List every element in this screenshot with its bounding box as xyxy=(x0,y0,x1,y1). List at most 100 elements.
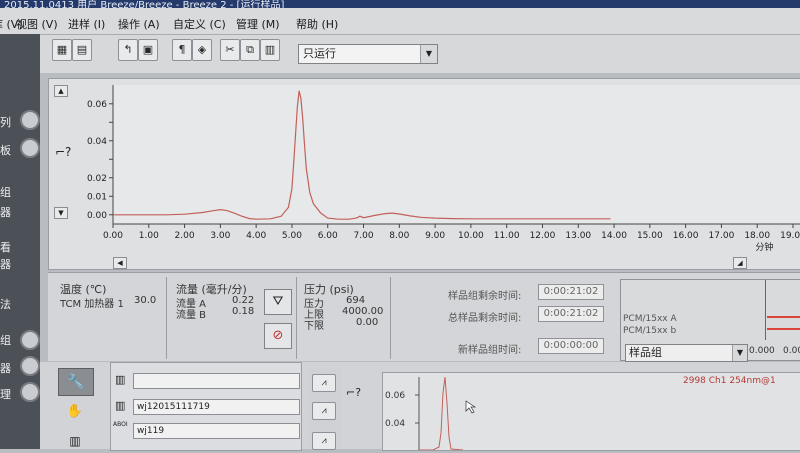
sidebar-label: 列 xyxy=(0,116,11,129)
menu-manage[interactable]: 管理 (M) xyxy=(236,16,280,32)
x-tick-label: 10.00 xyxy=(458,231,484,241)
sample-set-remaining-field: 0:00:21:02 xyxy=(538,284,604,300)
open-icon[interactable]: ▤ xyxy=(72,39,92,61)
flow-a-value: 0.22 xyxy=(232,295,255,306)
menu-bar: 数据库 (V) 视图 (V) 进样 (I) 操作 (A) 自定义 (C) 管理 … xyxy=(0,8,800,35)
upper-limit-value: 4000.00 xyxy=(342,306,384,317)
sidebar-label: 看 xyxy=(0,241,11,254)
x-tick-label: 14.00 xyxy=(601,231,627,241)
menu-view[interactable]: 视图 (V) xyxy=(16,16,58,32)
sample-id-field[interactable]: wj119 xyxy=(133,423,300,439)
heater-value: 30.0 xyxy=(134,295,157,306)
sample-name-field-empty[interactable] xyxy=(133,373,300,389)
sidebar-label: 器 xyxy=(0,258,11,271)
sidebar-toggle-4[interactable] xyxy=(20,356,40,376)
sample-queue-area: 🔧 ✋ ▥ ▥ ▥ wj12015111719 ABOI wj119 ⩘ ⩘ ⩘… xyxy=(40,362,800,451)
sidebar-label: 器 xyxy=(0,362,11,375)
divider xyxy=(166,277,167,359)
pressure-value: 694 xyxy=(346,295,366,306)
x-tick-label: 18.00 xyxy=(744,231,770,241)
total-remaining-field: 0:00:21:02 xyxy=(538,306,604,322)
x-tick-label: 15.00 xyxy=(637,231,663,241)
x-tick-label: 19.00 xyxy=(780,231,800,241)
mini-trace-b xyxy=(767,328,800,330)
plot-area xyxy=(113,85,800,224)
sidebar-toggle-5[interactable] xyxy=(20,382,40,402)
heater-label: TCM 加热器 1 xyxy=(60,299,124,310)
sidebar-label: 法 xyxy=(0,298,11,311)
hand-icon[interactable]: ✋ xyxy=(64,404,86,424)
menu-operation[interactable]: 操作 (A) xyxy=(118,16,160,32)
mini-axis xyxy=(765,280,766,340)
x-tick-label: 16.00 xyxy=(673,231,699,241)
y-tick-label: 0.00 xyxy=(87,211,107,221)
x-tick-label: 3.00 xyxy=(210,231,230,241)
zoom-marker-icon[interactable]: ⌐? xyxy=(346,386,361,399)
vial-icon: ▥ xyxy=(115,399,126,412)
chevron-down-icon[interactable]: ▼ xyxy=(420,45,437,63)
load-icon[interactable]: ↰ xyxy=(118,39,138,61)
x-tick-label: 12.00 xyxy=(530,231,556,241)
menu-help[interactable]: 帮助 (H) xyxy=(296,16,338,32)
wrench-icon[interactable]: 🔧 xyxy=(58,368,94,396)
vial-icon: ▥ xyxy=(115,373,126,386)
copy-icon[interactable]: ⧉ xyxy=(240,39,260,61)
x-tick-label: 5.00 xyxy=(282,231,302,241)
y-tick-label: 0.02 xyxy=(87,174,107,184)
x-tick-label: 13.00 xyxy=(565,231,591,241)
run-mode-select[interactable]: 只运行 ▼ xyxy=(298,44,438,64)
x-tick-label: 17.00 xyxy=(709,231,735,241)
sample-group-select[interactable]: 样品组 ▼ xyxy=(625,344,748,362)
sidebar-label: 器 xyxy=(0,206,11,219)
y-tick-label: 0.04 xyxy=(87,137,107,147)
mini-trace-a xyxy=(767,316,800,318)
pump-icon[interactable]: ⛛ xyxy=(264,289,292,315)
flow-b-label: 流量 B xyxy=(176,310,207,321)
chevron-down-icon[interactable]: ▼ xyxy=(732,345,747,361)
sample-name-field[interactable]: wj12015111719 xyxy=(133,399,300,415)
peak-view-icon[interactable]: ⩘ xyxy=(312,402,336,420)
sidebar-toggle-3[interactable] xyxy=(20,330,40,350)
divider xyxy=(296,277,297,359)
menu-customize[interactable]: 自定义 (C) xyxy=(173,16,226,32)
x-tick-label: 1.00 xyxy=(139,231,159,241)
vial-rack-icon[interactable]: ▥ xyxy=(66,434,84,449)
save-icon[interactable]: ▣ xyxy=(138,39,158,61)
cut-icon[interactable]: ✂ xyxy=(220,39,240,61)
x-tick-label: 7.00 xyxy=(354,231,374,241)
x-tick-label: 8.00 xyxy=(389,231,409,241)
mini-tick: 0.000 xyxy=(749,346,775,356)
mini-tick: 0.00 xyxy=(783,346,800,356)
report-icon[interactable]: ¶ xyxy=(172,39,192,61)
chart-view-icon[interactable]: ⩘ xyxy=(312,374,336,392)
new-set-time-label: 新样品组时间: xyxy=(458,345,522,356)
left-sidebar: 列 板 组 器 看 器 法 组 器 理 xyxy=(0,34,40,449)
sample-set-remaining-label: 样品组剩余时间: xyxy=(448,291,522,302)
x-axis-label: 分钟 xyxy=(755,241,773,253)
x-tick-label: 9.00 xyxy=(425,231,445,241)
x-tick-label: 11.00 xyxy=(494,231,520,241)
window-title: 2015.11.0413 用户 Breeze/Breeze - Breeze 2… xyxy=(4,0,285,8)
chromatogram-panel: ▲ ▼ ◀ ◢ ⌐? 0.00 0.01 0.02 0.04 0.06 0.00 1.00 2… xyxy=(48,78,800,270)
status-panel: 温度 (℃) TCM 加热器 1 30.0 流量 (毫升/分) 流量 A 0.2… xyxy=(48,272,800,362)
stop-flow-icon[interactable]: ⊘ xyxy=(264,323,292,349)
sidebar-label: 理 xyxy=(0,388,11,401)
title-bar: 2015.11.0413 用户 Breeze/Breeze - Breeze 2… xyxy=(0,0,800,8)
preview-channel-label: 2998 Ch1 254nm@1 xyxy=(683,376,776,386)
process-icon[interactable]: ◈ xyxy=(192,39,212,61)
edit-sample-icon[interactable]: ▦ xyxy=(52,39,72,61)
menu-inject[interactable]: 进样 (I) xyxy=(68,16,105,32)
x-tick-label: 2.00 xyxy=(175,231,195,241)
toolbar: ▦ ▤ ↰ ▣ ¶ ◈ ✂ ⧉ ▥ 只运行 ▼ xyxy=(40,35,800,73)
preview-y-tick: 0.04 xyxy=(385,419,405,429)
view-buttons: ⩘ ⩘ ⩘ xyxy=(308,368,342,450)
y-tick-label: 0.06 xyxy=(87,100,107,110)
y-tick-label: 0.01 xyxy=(87,192,107,202)
sidebar-toggle-2[interactable] xyxy=(20,138,40,158)
sidebar-toggle-1[interactable] xyxy=(20,110,40,130)
sidebar-label: 板 xyxy=(0,144,11,157)
abs-label: ABOI xyxy=(113,421,128,428)
paste-icon[interactable]: ▥ xyxy=(260,39,280,61)
preview-y-tick: 0.06 xyxy=(385,391,405,401)
detail-view-icon[interactable]: ⩘ xyxy=(312,432,336,450)
